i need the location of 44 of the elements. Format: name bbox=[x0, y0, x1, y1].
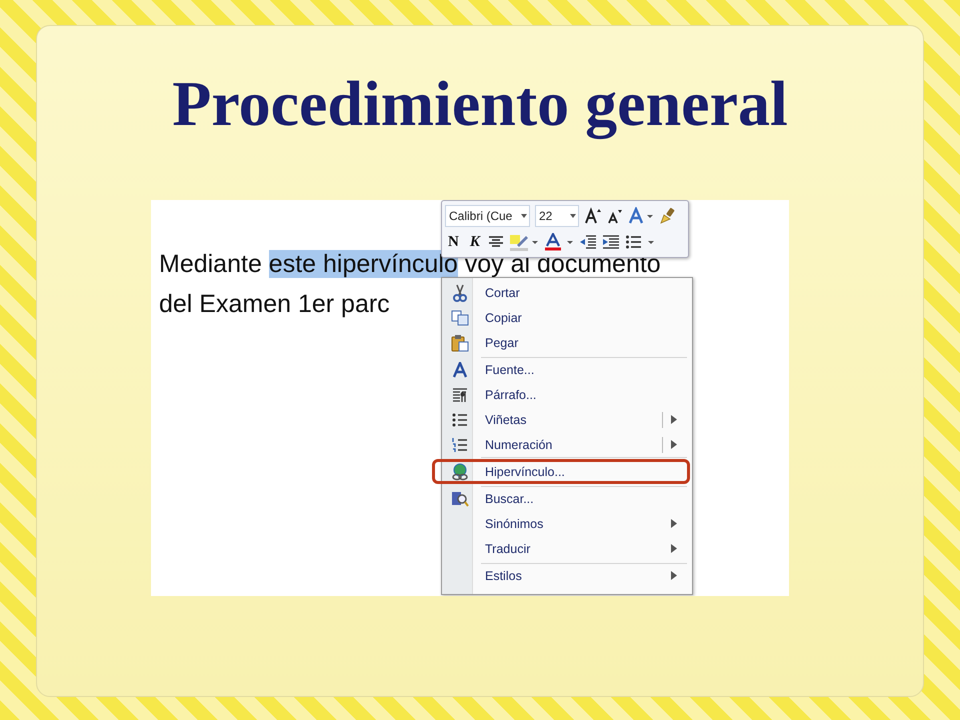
slide-title: Procedimiento general bbox=[171, 67, 789, 142]
menu-item[interactable]: Numeración bbox=[444, 432, 690, 457]
submenu-arrow-icon bbox=[671, 415, 677, 424]
globe-link-icon bbox=[451, 462, 469, 480]
menu-item[interactable]: Copiar bbox=[444, 305, 690, 330]
font-color-icon[interactable] bbox=[544, 233, 574, 251]
letter-icon bbox=[452, 362, 468, 378]
italic-button[interactable]: K bbox=[466, 234, 483, 250]
submenu-arrow-icon bbox=[671, 440, 677, 449]
text-effects-icon[interactable] bbox=[628, 207, 654, 225]
bullets-icon bbox=[452, 412, 468, 428]
find-icon bbox=[451, 490, 469, 508]
numbered-list-icon bbox=[452, 436, 468, 452]
document-text: Mediante bbox=[159, 250, 263, 278]
format-painter-icon[interactable] bbox=[659, 207, 677, 225]
menu-item[interactable]: Cortar bbox=[444, 280, 690, 305]
center-align-icon[interactable] bbox=[488, 234, 504, 250]
document-text: del Examen 1er parc bbox=[159, 290, 390, 318]
selected-text: este hipervínculo bbox=[268, 250, 458, 278]
increase-indent-icon[interactable] bbox=[602, 234, 620, 250]
submenu-arrow-icon bbox=[671, 571, 677, 580]
scissors-icon bbox=[452, 284, 468, 302]
grow-font-icon[interactable] bbox=[584, 207, 602, 225]
menu-item[interactable]: Párrafo... bbox=[444, 382, 690, 407]
menu-item[interactable]: Viñetas bbox=[444, 407, 690, 432]
decrease-indent-icon[interactable] bbox=[578, 234, 597, 250]
shrink-font-icon[interactable] bbox=[607, 207, 623, 225]
copy-icon bbox=[451, 310, 469, 326]
menu-item[interactable]: Sinónimos bbox=[444, 511, 690, 536]
menu-item[interactable]: Traducir bbox=[444, 536, 690, 561]
menu-item[interactable]: Pegar bbox=[444, 330, 690, 355]
menu-item[interactable]: Fuente... bbox=[444, 357, 690, 382]
bold-button[interactable]: N bbox=[445, 234, 462, 250]
font-dropdown[interactable]: Calibri (Cue bbox=[445, 205, 530, 227]
submenu-arrow-icon bbox=[671, 519, 677, 528]
clipboard-icon bbox=[451, 334, 469, 352]
bullets-icon[interactable] bbox=[624, 234, 655, 250]
submenu-arrow-icon bbox=[671, 544, 677, 553]
size-dropdown[interactable]: 22 bbox=[535, 205, 579, 227]
paragraph-icon bbox=[452, 386, 468, 402]
menu-item[interactable]: Hipervínculo... bbox=[432, 459, 690, 484]
menu-item[interactable]: Buscar... bbox=[444, 486, 690, 511]
menu-item[interactable]: Estilos bbox=[444, 563, 690, 588]
highlighter-icon[interactable] bbox=[508, 233, 539, 251]
